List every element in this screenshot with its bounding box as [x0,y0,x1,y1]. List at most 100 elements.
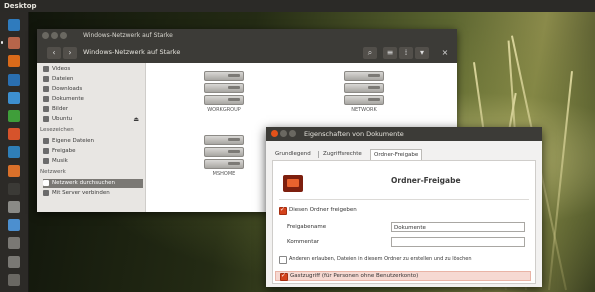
search-button[interactable]: ⌕ [363,47,377,59]
sidebar-item-label: Videos [52,66,71,72]
sidebar-item-dokumente[interactable]: Dokumente [43,95,143,104]
sidebar-item-label: Freigabe [52,148,76,154]
eject-icon[interactable]: ⏏ [133,115,139,124]
sidebar-item-label: Bilder [52,106,68,112]
writer-icon [8,91,20,104]
sidebar-item-downloads[interactable]: Downloads [43,85,143,94]
launcher-impress[interactable] [4,125,24,143]
network-icon [43,179,49,186]
share-name-label: Freigabename [287,224,327,230]
minimize-icon[interactable] [280,130,287,137]
video-icon [43,65,49,72]
launcher-calc[interactable] [4,107,24,125]
tab-permissions[interactable]: Zugriffsrechte [320,149,365,160]
sidebar-item-label: Downloads [52,86,83,92]
launcher-settings[interactable] [4,198,24,216]
close-window-icon[interactable]: × [439,47,451,59]
sidebar-item-browse-network[interactable]: Netzwerk durchsuchen [43,179,143,188]
maximize-icon[interactable] [60,32,67,39]
folder-icon [43,157,49,164]
software-center-icon [8,164,20,177]
server-icon [204,95,244,105]
back-button[interactable]: ‹ [47,47,61,59]
launcher-software-center[interactable] [4,162,24,180]
sidebar-item-label: Dateien [52,76,74,82]
launcher-terminal[interactable] [4,180,24,198]
divider [279,199,529,200]
network-server-item[interactable]: MSHOME [204,135,244,177]
comment-field[interactable] [391,237,525,247]
folder-icon [43,137,49,144]
allow-write-label: Anderen erlauben, Dateien in diesem Ordn… [289,256,472,262]
update-icon [8,219,20,232]
sidebar-item-bookmark[interactable]: Eigene Dateien [43,137,143,146]
top-panel-title: Desktop [4,2,37,10]
sidebar-item-dateien[interactable]: Dateien [43,75,143,84]
guest-access-checkbox[interactable] [280,272,288,281]
dash-icon [8,19,20,31]
sidebar: Videos Dateien Downloads Dokumente Bilde… [37,63,146,212]
firefox-icon [8,55,20,68]
network-server-item[interactable]: NETWORK [344,71,384,113]
tab-basic[interactable]: Grundlegend [272,149,314,160]
launcher-thunderbird[interactable] [4,71,24,89]
photos-icon [8,146,20,159]
sidebar-section-bookmarks: Lesezeichen [40,127,74,133]
sidebar-item-label: Netzwerk durchsuchen [52,180,115,186]
minimize-icon[interactable] [51,32,58,39]
close-icon[interactable] [271,130,278,137]
server-icon [204,147,244,157]
sidebar-item-bookmark[interactable]: Freigabe [43,147,143,156]
grid-view-button[interactable]: ⁞ [399,47,413,59]
forward-button[interactable]: › [63,47,77,59]
dialog-titlebar[interactable]: Eigenschaften von Dokumente [266,127,542,141]
launcher-update[interactable] [4,216,24,234]
share-name-field[interactable]: Dokumente [391,222,525,232]
allow-write-checkbox[interactable] [279,256,287,264]
launcher-files[interactable] [4,34,24,52]
server-icon [204,83,244,93]
sidebar-item-ubuntu[interactable]: Ubuntu ⏏ [43,115,143,124]
server-icon [204,71,244,81]
wheat-stalk [548,71,573,291]
launcher-photos[interactable] [4,143,24,161]
file-manager-titlebar[interactable]: Windows-Netzwerk auf Starke [37,29,457,43]
launcher-trash[interactable] [4,271,24,289]
terminal-icon [8,182,20,195]
share-folder-checkbox[interactable] [279,206,287,215]
server-icon [204,135,244,145]
list-view-button[interactable]: ≡ [383,47,397,59]
maximize-icon[interactable] [289,130,296,137]
files-icon [8,37,20,50]
server-icon [204,159,244,169]
file-icon [43,75,49,82]
disk-icon [43,115,49,122]
launcher-drive-1[interactable] [4,234,24,252]
sidebar-item-videos[interactable]: Videos [43,65,143,74]
properties-dialog: Eigenschaften von Dokumente Grundlegend … [266,127,542,287]
guest-access-row: Gastzugriff (für Personen ohne Benutzerk… [275,271,531,281]
window-title: Windows-Netzwerk auf Starke [83,32,173,39]
sidebar-item-connect-server[interactable]: Mit Server verbinden [43,189,143,198]
sidebar-item-bookmark[interactable]: Musik [43,157,143,166]
drive-1-icon [8,237,20,250]
sidebar-item-label: Musik [52,158,68,164]
launcher [0,12,29,292]
calc-icon [8,110,20,122]
settings-icon [8,201,20,213]
launcher-dash[interactable] [4,16,24,34]
network-server-item[interactable]: WORKGROUP [204,71,244,113]
sidebar-item-label: Eigene Dateien [52,138,95,144]
server-icon [43,189,49,196]
launcher-drive-2[interactable] [4,253,24,271]
menu-button[interactable]: ▾ [415,47,429,59]
launcher-firefox[interactable] [4,52,24,70]
document-icon [43,95,49,102]
tab-folder-sharing[interactable]: Ordner-Freigabe [370,149,423,160]
server-label: MSHOME [212,171,236,177]
close-icon[interactable] [42,32,49,39]
comment-label: Kommentar [287,239,320,245]
path-bar[interactable]: Windows-Netzwerk auf Starke [83,48,180,56]
launcher-writer[interactable] [4,89,24,107]
sidebar-item-bilder[interactable]: Bilder [43,105,143,114]
